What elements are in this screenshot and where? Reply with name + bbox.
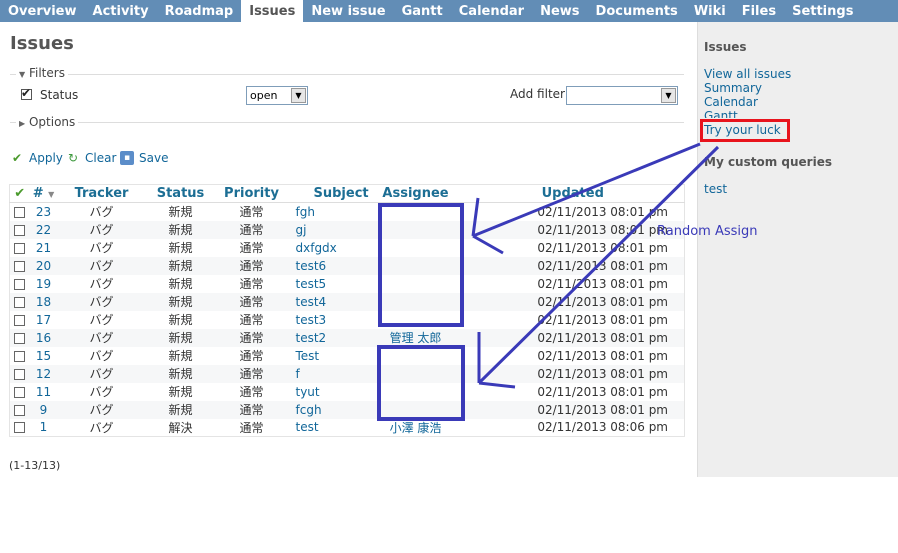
assignee-empty-box-top [378, 203, 464, 327]
annotation-overlay [377, 142, 720, 421]
arrow-to-bottom-box [477, 145, 720, 389]
assignee-empty-box-bottom [377, 345, 465, 421]
random-assign-note: Random Assign [657, 224, 758, 239]
